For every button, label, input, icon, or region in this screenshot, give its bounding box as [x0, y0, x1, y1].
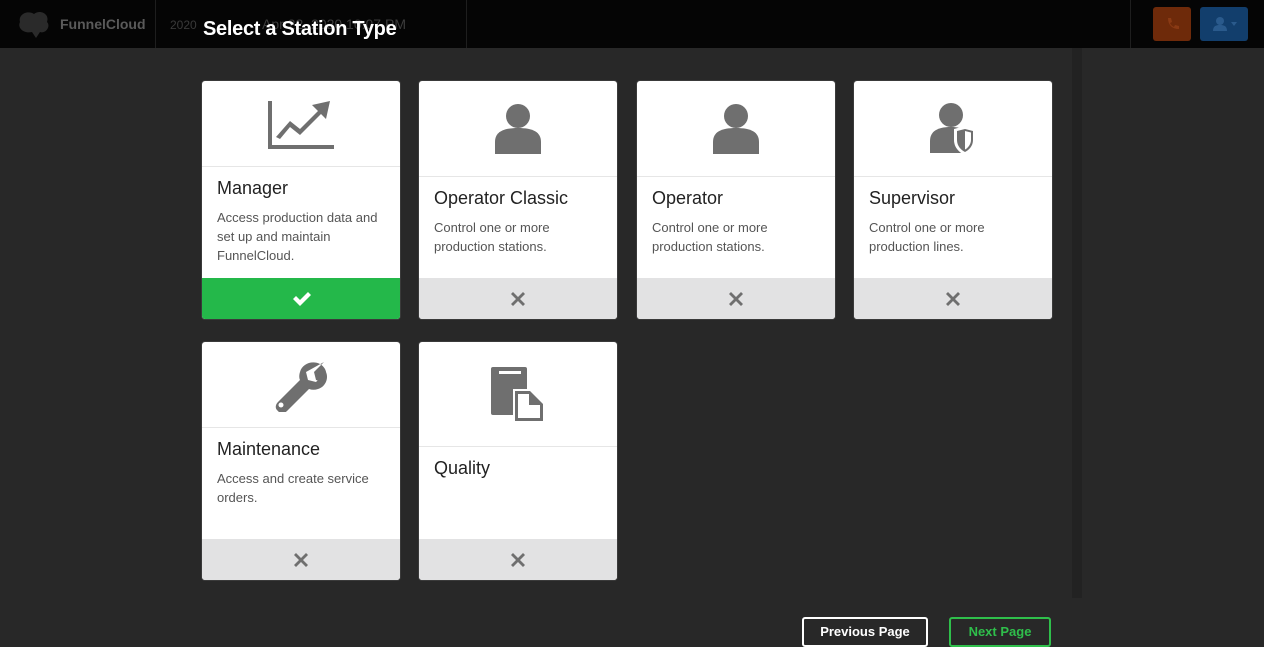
- select-toggle[interactable]: [854, 278, 1052, 319]
- station-card-quality[interactable]: Quality: [419, 342, 617, 580]
- station-title: Operator: [652, 188, 724, 208]
- station-title: Maintenance: [217, 439, 321, 459]
- select-toggle[interactable]: [419, 278, 617, 319]
- icon-area: [854, 81, 1052, 177]
- select-toggle[interactable]: [419, 539, 617, 580]
- icon-area: [419, 81, 617, 177]
- select-toggle[interactable]: [202, 278, 400, 319]
- station-description: Control one or more production stations.: [652, 220, 768, 254]
- station-title: Manager: [217, 178, 289, 198]
- next-page-button[interactable]: Next Page: [949, 617, 1051, 647]
- documents-icon: [491, 367, 545, 423]
- divider: [466, 0, 467, 48]
- station-description: Access and create service orders.: [217, 471, 369, 505]
- close-icon: [729, 291, 743, 306]
- check-icon: [293, 291, 311, 306]
- icon-area: [419, 342, 617, 447]
- user-shield-icon: [930, 102, 976, 155]
- wrench-icon: [275, 361, 327, 412]
- station-card-operator[interactable]: Operator Control one or more production …: [637, 81, 835, 319]
- station-card-manager[interactable]: Manager Access production data and set u…: [202, 81, 400, 319]
- divider: [1130, 0, 1131, 48]
- phone-icon: [1168, 18, 1179, 29]
- station-description: Control one or more production lines.: [869, 220, 985, 254]
- user-icon: [1213, 17, 1237, 31]
- close-icon: [294, 552, 308, 567]
- select-toggle[interactable]: [637, 278, 835, 319]
- station-title: Quality: [434, 458, 491, 478]
- station-description: Access production data and set up and ma…: [217, 210, 378, 263]
- chart-line-icon: [268, 100, 334, 149]
- station-card-maintenance[interactable]: Maintenance Access and create service or…: [202, 342, 400, 580]
- close-icon: [946, 291, 960, 306]
- scrollbar[interactable]: [1072, 48, 1082, 598]
- brand-name: FunnelCloud: [60, 16, 146, 32]
- station-description: Control one or more production stations.: [434, 220, 550, 254]
- chevron-down-icon: [1231, 22, 1237, 26]
- logo-icon: [19, 11, 49, 38]
- close-icon: [511, 552, 525, 567]
- icon-area: [637, 81, 835, 177]
- close-icon: [511, 291, 525, 306]
- top-bar: FunnelCloud 2020 Apr 22, 2020 10:07 PM: [0, 0, 1264, 48]
- station-card-operator-classic[interactable]: Operator Classic Control one or more pro…: [419, 81, 617, 319]
- select-toggle[interactable]: [202, 539, 400, 580]
- year-label: 2020: [170, 18, 197, 32]
- modal-title: Select a Station Type: [203, 18, 397, 40]
- station-card-supervisor[interactable]: Supervisor Control one or more productio…: [854, 81, 1052, 319]
- icon-area: [202, 342, 400, 428]
- call-button[interactable]: [1153, 7, 1191, 41]
- divider: [155, 0, 156, 48]
- station-title: Supervisor: [869, 188, 956, 208]
- user-menu-button[interactable]: [1200, 7, 1248, 41]
- previous-page-button[interactable]: Previous Page: [802, 617, 928, 647]
- icon-area: [202, 81, 400, 167]
- station-title: Operator Classic: [434, 188, 569, 208]
- user-icon: [713, 103, 759, 154]
- user-icon: [495, 103, 541, 154]
